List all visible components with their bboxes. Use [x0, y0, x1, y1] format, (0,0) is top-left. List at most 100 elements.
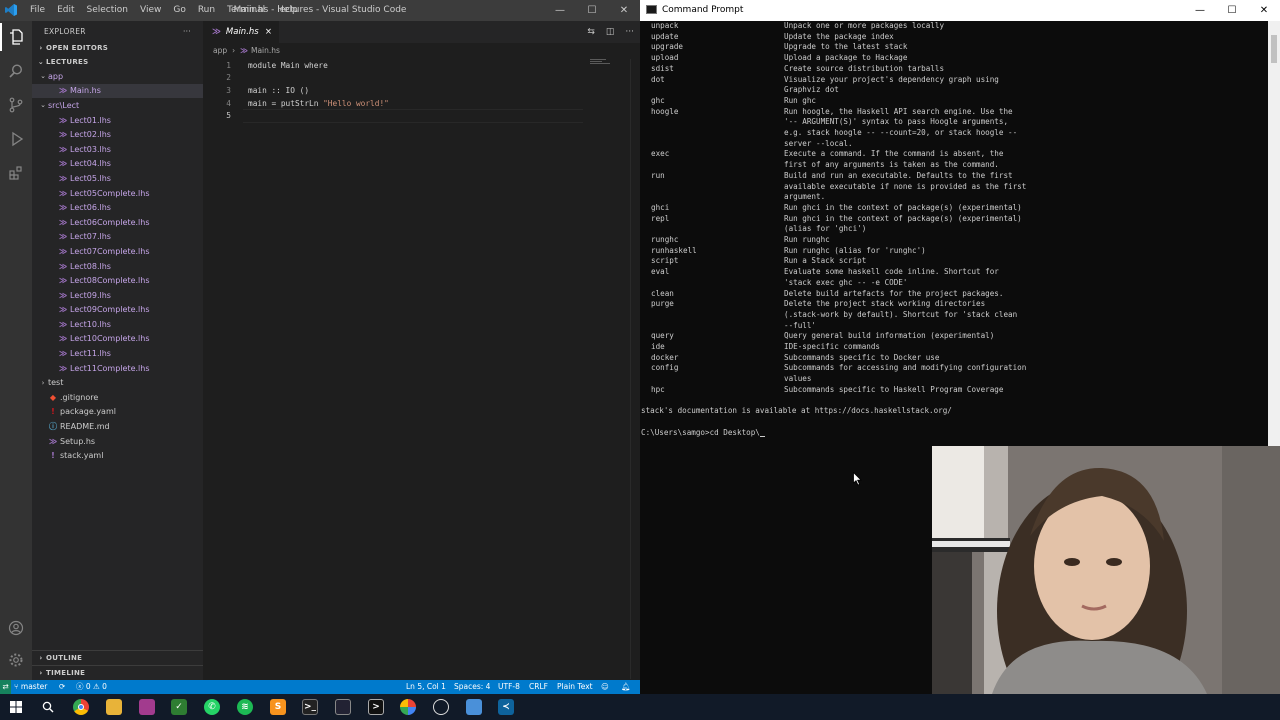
app-icon[interactable] — [400, 699, 416, 715]
breadcrumb-file[interactable]: Main.hs — [251, 46, 280, 55]
tree-file[interactable]: ≫ Lect08Complete.lhs — [32, 273, 203, 288]
start-windows-icon[interactable] — [8, 699, 24, 715]
haskell-file-icon: ≫ — [58, 334, 68, 344]
editor-scrollbar[interactable] — [630, 59, 640, 679]
app-icon[interactable]: ✓ — [171, 699, 187, 715]
cmd-scrollbar[interactable] — [1268, 21, 1280, 446]
settings-gear-icon[interactable] — [6, 650, 26, 670]
close-icon[interactable]: ✕ — [1248, 0, 1280, 21]
code-editor[interactable]: 1 module Main where 2 3 main :: IO () 4 main =… — [203, 59, 640, 123]
spotify-icon[interactable]: ≋ — [237, 699, 253, 715]
tree-file[interactable]: ! package.yaml — [32, 405, 203, 420]
tree-file[interactable]: ≫ Lect02.lhs — [32, 127, 203, 142]
close-icon[interactable]: ✕ — [608, 0, 640, 21]
search-icon[interactable] — [40, 699, 56, 715]
minimize-icon[interactable]: — — [544, 0, 576, 21]
vscode-taskbar-icon[interactable]: ≺ — [498, 699, 514, 715]
console-prompt-text: C:\Users\samgo>cd Desktop\ — [641, 427, 760, 437]
sublime-text-icon[interactable]: S — [270, 699, 286, 715]
tree-file[interactable]: ! stack.yaml — [32, 448, 203, 463]
feedback-icon[interactable]: ☺ — [601, 680, 609, 694]
tree-folder[interactable]: ⌄ app — [32, 69, 203, 84]
tree-file[interactable]: ≫ Lect08.lhs — [32, 259, 203, 274]
extensions-icon[interactable] — [6, 163, 26, 183]
menu-go[interactable]: Go — [167, 0, 191, 21]
tree-file[interactable]: ◆ .gitignore — [32, 390, 203, 405]
indentation-status[interactable]: Spaces: 4 — [454, 680, 490, 694]
maximize-icon[interactable]: ☐ — [1216, 0, 1248, 21]
menu-terminal[interactable]: Terminal — [221, 0, 271, 21]
file-explorer-icon[interactable] — [106, 699, 122, 715]
sync-icon[interactable]: ⟳ — [59, 680, 65, 694]
app-icon[interactable] — [139, 699, 155, 715]
menu-run[interactable]: Run — [192, 0, 221, 21]
language-mode[interactable]: Plain Text — [557, 680, 593, 694]
terminal-icon[interactable]: > — [368, 699, 384, 715]
source-control-icon[interactable] — [6, 95, 26, 115]
account-icon[interactable] — [6, 618, 26, 638]
run-debug-icon[interactable] — [6, 129, 26, 149]
eol-status[interactable]: CRLF — [529, 680, 548, 694]
open-editors-section[interactable]: › OPEN EDITORS — [32, 41, 203, 55]
command-prompt-taskbar-icon[interactable]: >_ — [302, 699, 318, 715]
app-window-icon[interactable] — [335, 699, 351, 715]
tree-file[interactable]: ≫ Lect06Complete.lhs — [32, 215, 203, 230]
outline-section[interactable]: › OUTLINE — [32, 650, 203, 665]
chrome-icon[interactable] — [73, 699, 89, 715]
split-editor-icon[interactable]: ◫ — [606, 27, 615, 37]
haskell-file-icon: ≫ — [240, 45, 248, 55]
more-actions-icon[interactable]: ··· — [183, 27, 191, 36]
notifications-bell-icon[interactable]: 🔔︎ — [621, 680, 631, 694]
tree-file[interactable]: ≫ Lect11.lhs — [32, 346, 203, 361]
minimap[interactable] — [590, 59, 610, 65]
tree-file[interactable]: ≫ Lect09Complete.lhs — [32, 303, 203, 318]
tree-file[interactable]: ≫ Lect11Complete.lhs — [32, 361, 203, 376]
menu-file[interactable]: File — [24, 0, 51, 21]
whatsapp-icon[interactable]: ✆ — [204, 699, 220, 715]
app-icon[interactable] — [466, 699, 482, 715]
tree-file[interactable]: ≫ Lect09.lhs — [32, 288, 203, 303]
tab-label: Main.hs — [225, 27, 259, 37]
tree-file[interactable]: ≫ Setup.hs — [32, 434, 203, 449]
menu-selection[interactable]: Selection — [81, 0, 134, 21]
console-prompt-line[interactable]: C:\Users\samgo>cd Desktop\ — [641, 428, 765, 439]
tree-file[interactable]: ≫ Lect07Complete.lhs — [32, 244, 203, 259]
tree-file[interactable]: ≫ Lect05.lhs — [32, 171, 203, 186]
console-command-name: clean — [651, 288, 674, 298]
tree-folder[interactable]: › test — [32, 375, 203, 390]
problems-status[interactable]: ⓧ 0 ⚠ 0 — [76, 680, 107, 694]
console-command-desc: Build and run an executable. Defaults to… — [784, 170, 1013, 180]
tree-folder[interactable]: ⌄ src\Lect — [32, 98, 203, 113]
app-icon[interactable] — [433, 699, 449, 715]
tab-close-icon[interactable]: × — [265, 27, 272, 37]
tree-file[interactable]: ≫ Lect01.lhs — [32, 113, 203, 128]
open-changes-icon[interactable]: ⇆ — [587, 27, 595, 37]
search-icon[interactable] — [6, 61, 26, 81]
tree-file[interactable]: ≫ Lect03.lhs — [32, 142, 203, 157]
tree-file[interactable]: ≫ Lect05Complete.lhs — [32, 186, 203, 201]
breadcrumb-folder[interactable]: app — [213, 46, 227, 55]
menu-view[interactable]: View — [134, 0, 167, 21]
branch-status[interactable]: ⑂ master — [14, 680, 47, 694]
minimize-icon[interactable]: — — [1184, 0, 1216, 21]
tab-main-hs[interactable]: ≫ Main.hs × — [203, 21, 279, 43]
tree-file[interactable]: ≫ Lect10.lhs — [32, 317, 203, 332]
more-actions-icon[interactable]: ··· — [625, 27, 634, 37]
timeline-section[interactable]: › TIMELINE — [32, 665, 203, 680]
encoding-status[interactable]: UTF-8 — [498, 680, 520, 694]
explorer-icon[interactable] — [0, 23, 26, 51]
tree-file[interactable]: ⓘ README.md — [32, 419, 203, 434]
tree-file[interactable]: ≫ Lect06.lhs — [32, 200, 203, 215]
scrollbar-thumb[interactable] — [1271, 35, 1277, 63]
tree-file[interactable]: ≫ Lect07.lhs — [32, 230, 203, 245]
cursor-position[interactable]: Ln 5, Col 1 — [406, 680, 446, 694]
tree-file[interactable]: ≫ Lect04.lhs — [32, 157, 203, 172]
menu-help[interactable]: Help — [271, 0, 304, 21]
tree-item-label: test — [48, 378, 64, 388]
tree-file[interactable]: ≫ Lect10Complete.lhs — [32, 332, 203, 347]
lectures-section[interactable]: ⌄ LECTURES — [32, 55, 203, 69]
menu-edit[interactable]: Edit — [51, 0, 80, 21]
maximize-icon[interactable]: ☐ — [576, 0, 608, 21]
tree-file[interactable]: ≫ Main.hs — [32, 83, 203, 99]
remote-icon[interactable]: ⇄ — [0, 680, 11, 694]
